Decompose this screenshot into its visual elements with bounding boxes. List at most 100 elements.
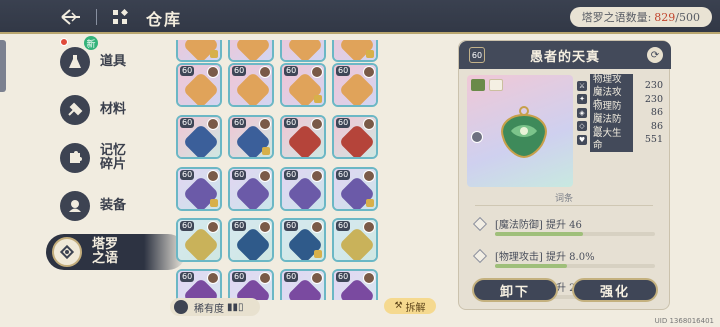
entry-progress-fill [495, 232, 583, 236]
entry-progress [495, 264, 655, 268]
card-level: 60 [180, 118, 195, 128]
count-current: 829 [654, 10, 676, 24]
staff-icon: ✦ [577, 94, 587, 104]
detail-header: 60 愚者的天真 ⟳ [459, 41, 671, 69]
sidebar-item-label: 道具 [100, 54, 127, 69]
owner-avatar [363, 118, 375, 130]
tarot-card[interactable]: 60 [228, 40, 274, 62]
sidebar: 新 道具 材料 记忆碎片 装备 塔罗之语 [40, 36, 186, 320]
tarot-card[interactable]: 60 [332, 269, 378, 300]
lock-icon[interactable] [489, 79, 503, 91]
stat-value: 551 [644, 134, 663, 145]
entry-text: [物理攻击] 提升 8.0% [495, 252, 595, 263]
owner-avatar [259, 118, 271, 130]
tarot-card[interactable]: 60 [176, 269, 222, 300]
card-level: 60 [284, 118, 299, 128]
card-level: 60 [284, 221, 299, 231]
card-level: 60 [284, 170, 299, 180]
tarot-card[interactable]: 60 [332, 167, 378, 211]
card-level: 60 [284, 272, 299, 282]
menu-grid-button[interactable] [112, 8, 129, 25]
sidebar-item-materials[interactable]: 材料 [60, 88, 170, 132]
tarot-count: 塔罗之语数量: 829 /500 [569, 7, 712, 27]
tarot-emblem-icon [501, 106, 547, 159]
stat-row: ♥ 最大生命 551 [577, 127, 663, 152]
tarot-card[interactable]: 60 [280, 269, 326, 300]
owner-avatar [259, 272, 271, 284]
tarot-card[interactable]: 60 [280, 167, 326, 211]
tarot-card[interactable]: 60 [176, 218, 222, 262]
card-level: 60 [336, 221, 351, 231]
sidebar-item-equipment[interactable]: 装备 [60, 184, 170, 228]
sidebar-item-label: 材料 [100, 102, 127, 117]
puzzle-icon [60, 143, 90, 173]
entry-row: [魔法防御] 提升 46 [472, 216, 659, 242]
count-max: /500 [675, 10, 700, 24]
back-button[interactable] [58, 5, 84, 29]
tarot-card[interactable]: 60 [228, 167, 274, 211]
owner-avatar [207, 118, 219, 130]
tarot-card[interactable]: 60 [332, 115, 378, 159]
side-drawer-handle[interactable] [0, 40, 6, 92]
sidebar-item-label: 装备 [100, 198, 127, 213]
tarot-card[interactable]: 60 [280, 115, 326, 159]
tarot-card[interactable]: 60 [228, 115, 274, 159]
owner-avatar [363, 66, 375, 78]
card-level: 60 [232, 221, 247, 231]
equipment-icon [60, 191, 90, 221]
swap-icon[interactable]: ⟳ [647, 47, 663, 63]
card-level: 60 [336, 170, 351, 180]
entry-text: [魔法防御] 提升 46 [495, 220, 582, 231]
owner-avatar [207, 221, 219, 233]
entry-marker-icon [472, 216, 488, 232]
filter-icon [174, 300, 188, 314]
entries-title: 词条 [554, 194, 573, 204]
card-level: 60 [180, 221, 195, 231]
enhance-button[interactable]: 强化 [572, 278, 658, 302]
tarot-card[interactable]: 60 [176, 115, 222, 159]
stat-value: 86 [650, 107, 663, 118]
tarot-card[interactable]: 60 [332, 63, 378, 107]
owner-avatar [311, 66, 323, 78]
lock-icon [314, 250, 322, 258]
owner-avatar [259, 221, 271, 233]
stat-value: 230 [644, 80, 663, 91]
rarity-sort-button[interactable]: 稀有度 ▮▮▯ [170, 298, 260, 316]
tarot-card[interactable]: 60 [228, 63, 274, 107]
sidebar-item-memory-fragments[interactable]: 记忆碎片 [60, 136, 170, 180]
owner-avatar [363, 170, 375, 182]
tarot-card[interactable]: 60 [176, 40, 222, 62]
card-level: 60 [284, 66, 299, 76]
item-artwork [467, 75, 573, 187]
owner-avatar [207, 170, 219, 182]
sidebar-item-label: 记忆碎片 [100, 143, 127, 172]
tarot-card[interactable]: 60 [280, 40, 326, 62]
tarot-card-grid: 60 60 60 60 60 60 60 60 60 60 60 60 60 60 60 60 60 60 60 60… [170, 40, 450, 300]
tarot-card[interactable]: 60 [228, 218, 274, 262]
stat-value: 86 [650, 120, 663, 132]
tarot-card[interactable]: 60 [176, 167, 222, 211]
owner-avatar [363, 272, 375, 284]
owner-avatar [311, 170, 323, 182]
sidebar-item-tarot[interactable]: 塔罗之语 [46, 234, 186, 270]
tarot-card[interactable]: 60 [228, 269, 274, 300]
tarot-card[interactable]: 60 [280, 63, 326, 107]
new-badge: 新 [84, 36, 98, 50]
tarot-card[interactable]: 60 [280, 218, 326, 262]
enhance-label: 强化 [599, 284, 630, 300]
lock-icon [366, 199, 374, 207]
tarot-card[interactable]: 60 [332, 40, 378, 62]
lock-icon [314, 95, 322, 103]
lock-icon [210, 199, 218, 207]
tarot-card[interactable]: 60 [176, 63, 222, 107]
dismantle-button[interactable]: 拆解 [384, 298, 436, 314]
entries-divider [475, 205, 653, 206]
unequip-button[interactable]: 卸下 [472, 278, 558, 302]
back-arrow-icon [61, 9, 80, 25]
tarot-icon [52, 237, 82, 267]
sidebar-item-items[interactable]: 新 道具 [60, 36, 170, 84]
tarot-card[interactable]: 60 [332, 218, 378, 262]
unequip-label: 卸下 [499, 284, 530, 300]
top-bar: 仓库 塔罗之语数量: 829 /500 [0, 0, 720, 34]
entry-row: [物理攻击] 提升 8.0% [472, 248, 659, 274]
